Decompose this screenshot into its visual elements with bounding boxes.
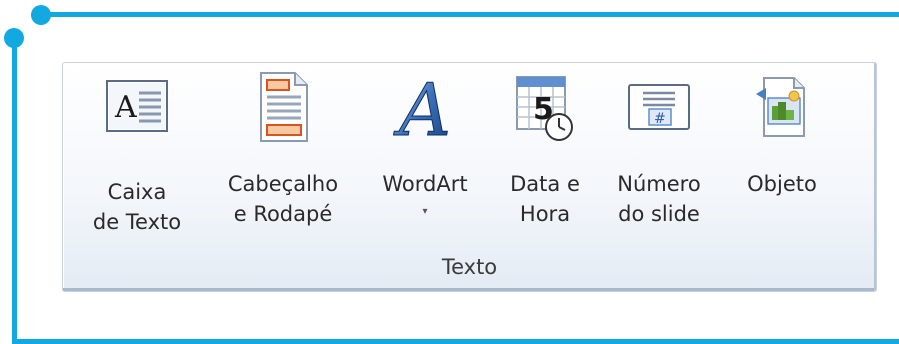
cabecalho-rodape-label: Cabeçalho e Rodapé [227, 172, 339, 226]
header-footer-icon [251, 72, 315, 142]
numero-slide-button[interactable]: # Número do slide [601, 75, 717, 253]
object-icon [750, 75, 814, 139]
wordart-label: WordArt [382, 172, 468, 196]
slide-number-icon: # [627, 75, 691, 139]
group-label-texto: Texto [441, 255, 498, 279]
wordart-dropdown-arrow-icon[interactable]: ▾ [422, 205, 427, 219]
wordart-icon: A [393, 71, 457, 143]
wordart-button[interactable]: A WordArt ▾ [363, 71, 487, 253]
data-hora-label: Data e Hora [510, 172, 580, 226]
numero-slide-label: Número do slide [617, 172, 701, 226]
caixa-de-texto-button[interactable]: A Caixa de Texto [77, 75, 197, 253]
objeto-label: Objeto [747, 172, 817, 196]
caixa-de-texto-label: Caixa de Texto [92, 180, 182, 234]
frame-dot-left [4, 28, 24, 48]
frame-left-line [12, 35, 17, 344]
frame-top-line [38, 12, 899, 17]
svg-text:A: A [114, 90, 137, 125]
cabecalho-rodape-button[interactable]: Cabeçalho e Rodapé [211, 72, 355, 253]
ribbon-group-texto: A Caixa de Texto Cabeçalho e Rodapé A Wo… [62, 62, 877, 292]
objeto-button[interactable]: Objeto [727, 75, 837, 253]
data-hora-button[interactable]: 5 Data e Hora [493, 75, 597, 253]
svg-text:A: A [393, 71, 451, 143]
date-time-icon: 5 [513, 75, 577, 141]
frame-bottom-line [12, 339, 899, 344]
ribbon-group-bottom-edge [63, 288, 876, 291]
textbox-icon: A [105, 75, 169, 139]
frame-dot-top [31, 5, 51, 25]
svg-text:#: # [654, 111, 666, 127]
